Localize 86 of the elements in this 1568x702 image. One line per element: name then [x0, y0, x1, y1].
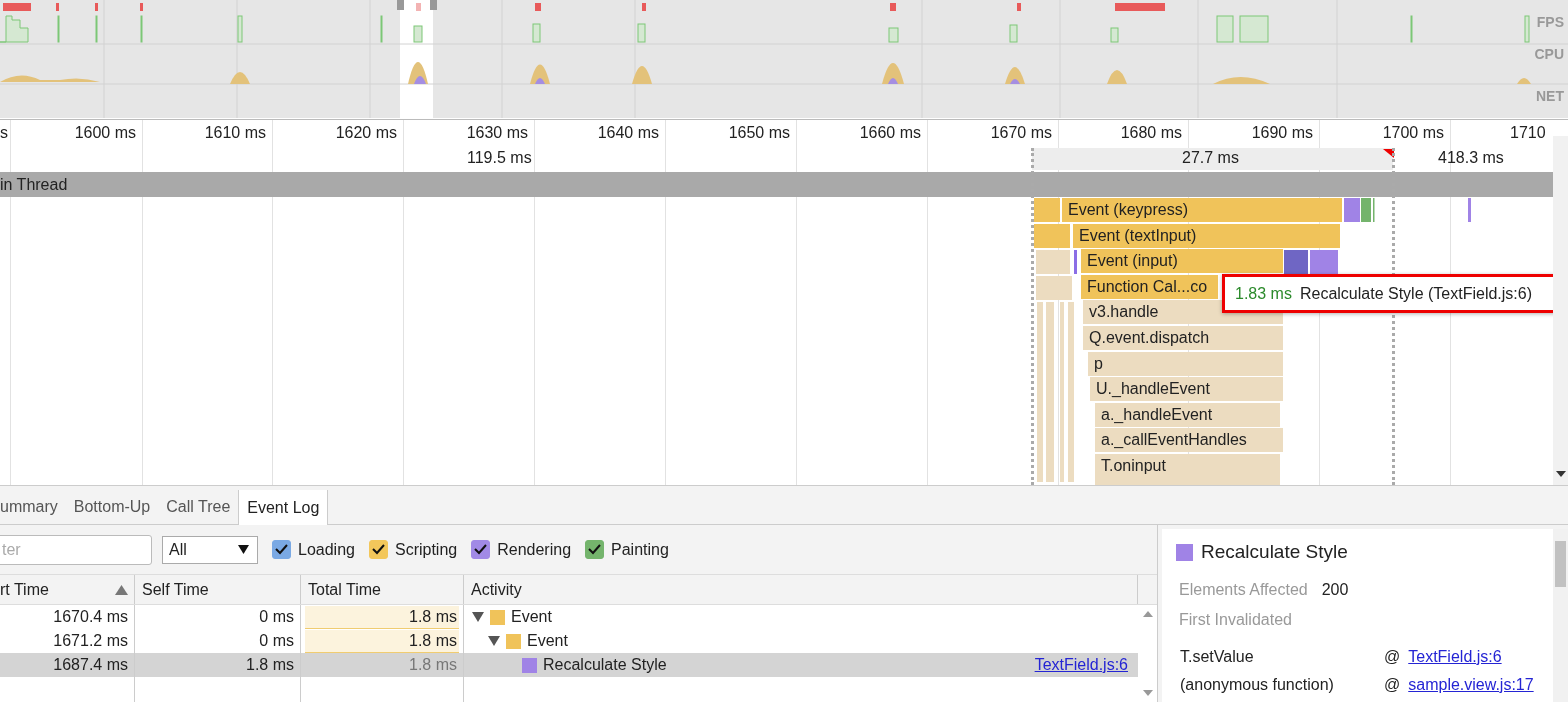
flame-bar[interactable]: a._handleEvent — [1095, 402, 1280, 427]
expand-triangle-icon[interactable] — [488, 636, 500, 646]
field-label: Elements Affected — [1179, 581, 1308, 599]
time-tick-label: 1660 ms — [858, 124, 921, 142]
at-sign: @ — [1384, 648, 1401, 666]
field-value: 200 — [1321, 581, 1349, 599]
flame-bar[interactable]: a._callEventHandles — [1095, 428, 1283, 453]
stack-function: (anonymous function) — [1180, 676, 1335, 694]
checkbox-label[interactable]: Loading — [298, 540, 355, 559]
source-link[interactable]: TextField.js:6 — [1408, 648, 1502, 666]
tab[interactable]: Call Tree — [158, 490, 239, 524]
frame-marker — [416, 3, 421, 11]
flame-bar[interactable]: p — [1088, 351, 1283, 376]
details-title: Recalculate Style — [1201, 541, 1348, 563]
time-tick-label: 1620 ms — [334, 124, 397, 142]
time-tick-label: 1700 ms — [1381, 124, 1444, 142]
start-time: 1671.2 ms — [53, 632, 128, 650]
activity-name: Event — [527, 632, 569, 650]
table-row[interactable]: 1670.4 ms 0 ms 1.8 ms Event — [0, 605, 1138, 629]
time-tick-label: 1690 ms — [1250, 124, 1313, 142]
total-time: 1.8 ms — [305, 629, 459, 653]
source-link[interactable]: TextField.js:6 — [1034, 656, 1128, 674]
caret-icon — [238, 545, 249, 554]
total-time: 1.8 ms — [305, 605, 459, 629]
flame-bar[interactable]: T.oninput — [1095, 454, 1280, 478]
expand-triangle-icon[interactable] — [472, 612, 484, 622]
warning-triangle-icon — [1383, 149, 1394, 158]
activity-name: Recalculate Style — [543, 656, 668, 674]
flame-bar[interactable]: U._handleEvent — [1090, 377, 1283, 402]
time-tick-label: 1650 ms — [727, 124, 790, 142]
time-tick-label: 1710 — [1510, 124, 1546, 142]
lane-label: FPS — [1536, 14, 1564, 30]
checkbox[interactable] — [272, 540, 291, 559]
scrollbar-thumb[interactable] — [1555, 541, 1566, 587]
lane-label: NET — [1536, 88, 1564, 104]
checkbox[interactable] — [471, 540, 491, 559]
range-handle[interactable] — [430, 0, 437, 10]
scroll-down-icon[interactable] — [1556, 471, 1566, 477]
at-sign: @ — [1384, 676, 1401, 694]
self-time: 0 ms — [259, 632, 294, 650]
total-time: 1.8 ms — [408, 654, 458, 675]
tab[interactable]: Bottom-Up — [65, 490, 159, 524]
flame-bar[interactable]: Function Cal...co — [1081, 274, 1218, 299]
checkbox-label[interactable]: Rendering — [497, 540, 572, 559]
start-time: 1670.4 ms — [53, 608, 128, 626]
time-tick-label: 1680 ms — [1119, 124, 1182, 142]
tab[interactable]: ummary — [0, 490, 66, 524]
flame-bar[interactable]: Event (input) — [1081, 249, 1283, 274]
column-header[interactable]: Total Time — [308, 580, 381, 599]
checkbox[interactable] — [368, 540, 388, 559]
range-duration-label: 119.5 ms — [467, 149, 532, 167]
sort-ascending-icon[interactable] — [115, 584, 128, 595]
range-duration-label: 418.3 ms — [1438, 149, 1504, 167]
time-tick-label: 1630 ms — [465, 124, 528, 142]
tab[interactable]: Event Log — [238, 490, 329, 525]
field-label: First Invalidated — [1179, 611, 1292, 629]
flame-marker-icon — [1468, 198, 1471, 222]
lane-label: CPU — [1534, 46, 1564, 62]
activity-name: Event — [511, 608, 553, 626]
source-link[interactable]: sample.view.js:17 — [1408, 676, 1534, 694]
checkbox-label[interactable]: Scripting — [394, 540, 458, 559]
self-time: 0 ms — [259, 608, 294, 626]
self-time: 1.8 ms — [246, 656, 294, 674]
category-dropdown[interactable]: All — [162, 535, 258, 564]
stack-function: T.setValue — [1180, 648, 1255, 666]
filter-input[interactable]: ter — [0, 534, 152, 565]
thread-header[interactable]: in Thread — [0, 172, 1553, 197]
checkbox-label[interactable]: Painting — [611, 540, 669, 559]
scroll-up-icon[interactable] — [1142, 611, 1153, 617]
column-header[interactable]: rt Time — [0, 580, 49, 599]
range-handle[interactable] — [397, 0, 404, 10]
flame-bar[interactable]: Q.event.dispatch — [1083, 326, 1283, 350]
time-tick-label: 1670 ms — [989, 124, 1052, 142]
time-tick-label: 1640 ms — [596, 124, 659, 142]
column-header[interactable]: Activity — [471, 580, 522, 599]
range-duration-label: 27.7 ms — [1182, 149, 1239, 167]
table-row[interactable]: 1687.4 ms 1.8 ms 1.8 ms Recalculate Style TextField.js:6 — [0, 653, 1138, 677]
start-time: 1687.4 ms — [53, 656, 128, 674]
scrollbar[interactable] — [1553, 136, 1568, 485]
column-header[interactable]: Self Time — [142, 580, 209, 599]
flame-bar[interactable]: Event (keypress) — [1062, 198, 1342, 222]
time-tick-label: s — [0, 124, 8, 142]
time-tick-label: 1610 ms — [203, 124, 266, 142]
checkbox[interactable] — [585, 540, 605, 559]
flame-bar[interactable]: Event (textInput) — [1073, 223, 1340, 248]
time-tick-label: 1600 ms — [73, 124, 136, 142]
